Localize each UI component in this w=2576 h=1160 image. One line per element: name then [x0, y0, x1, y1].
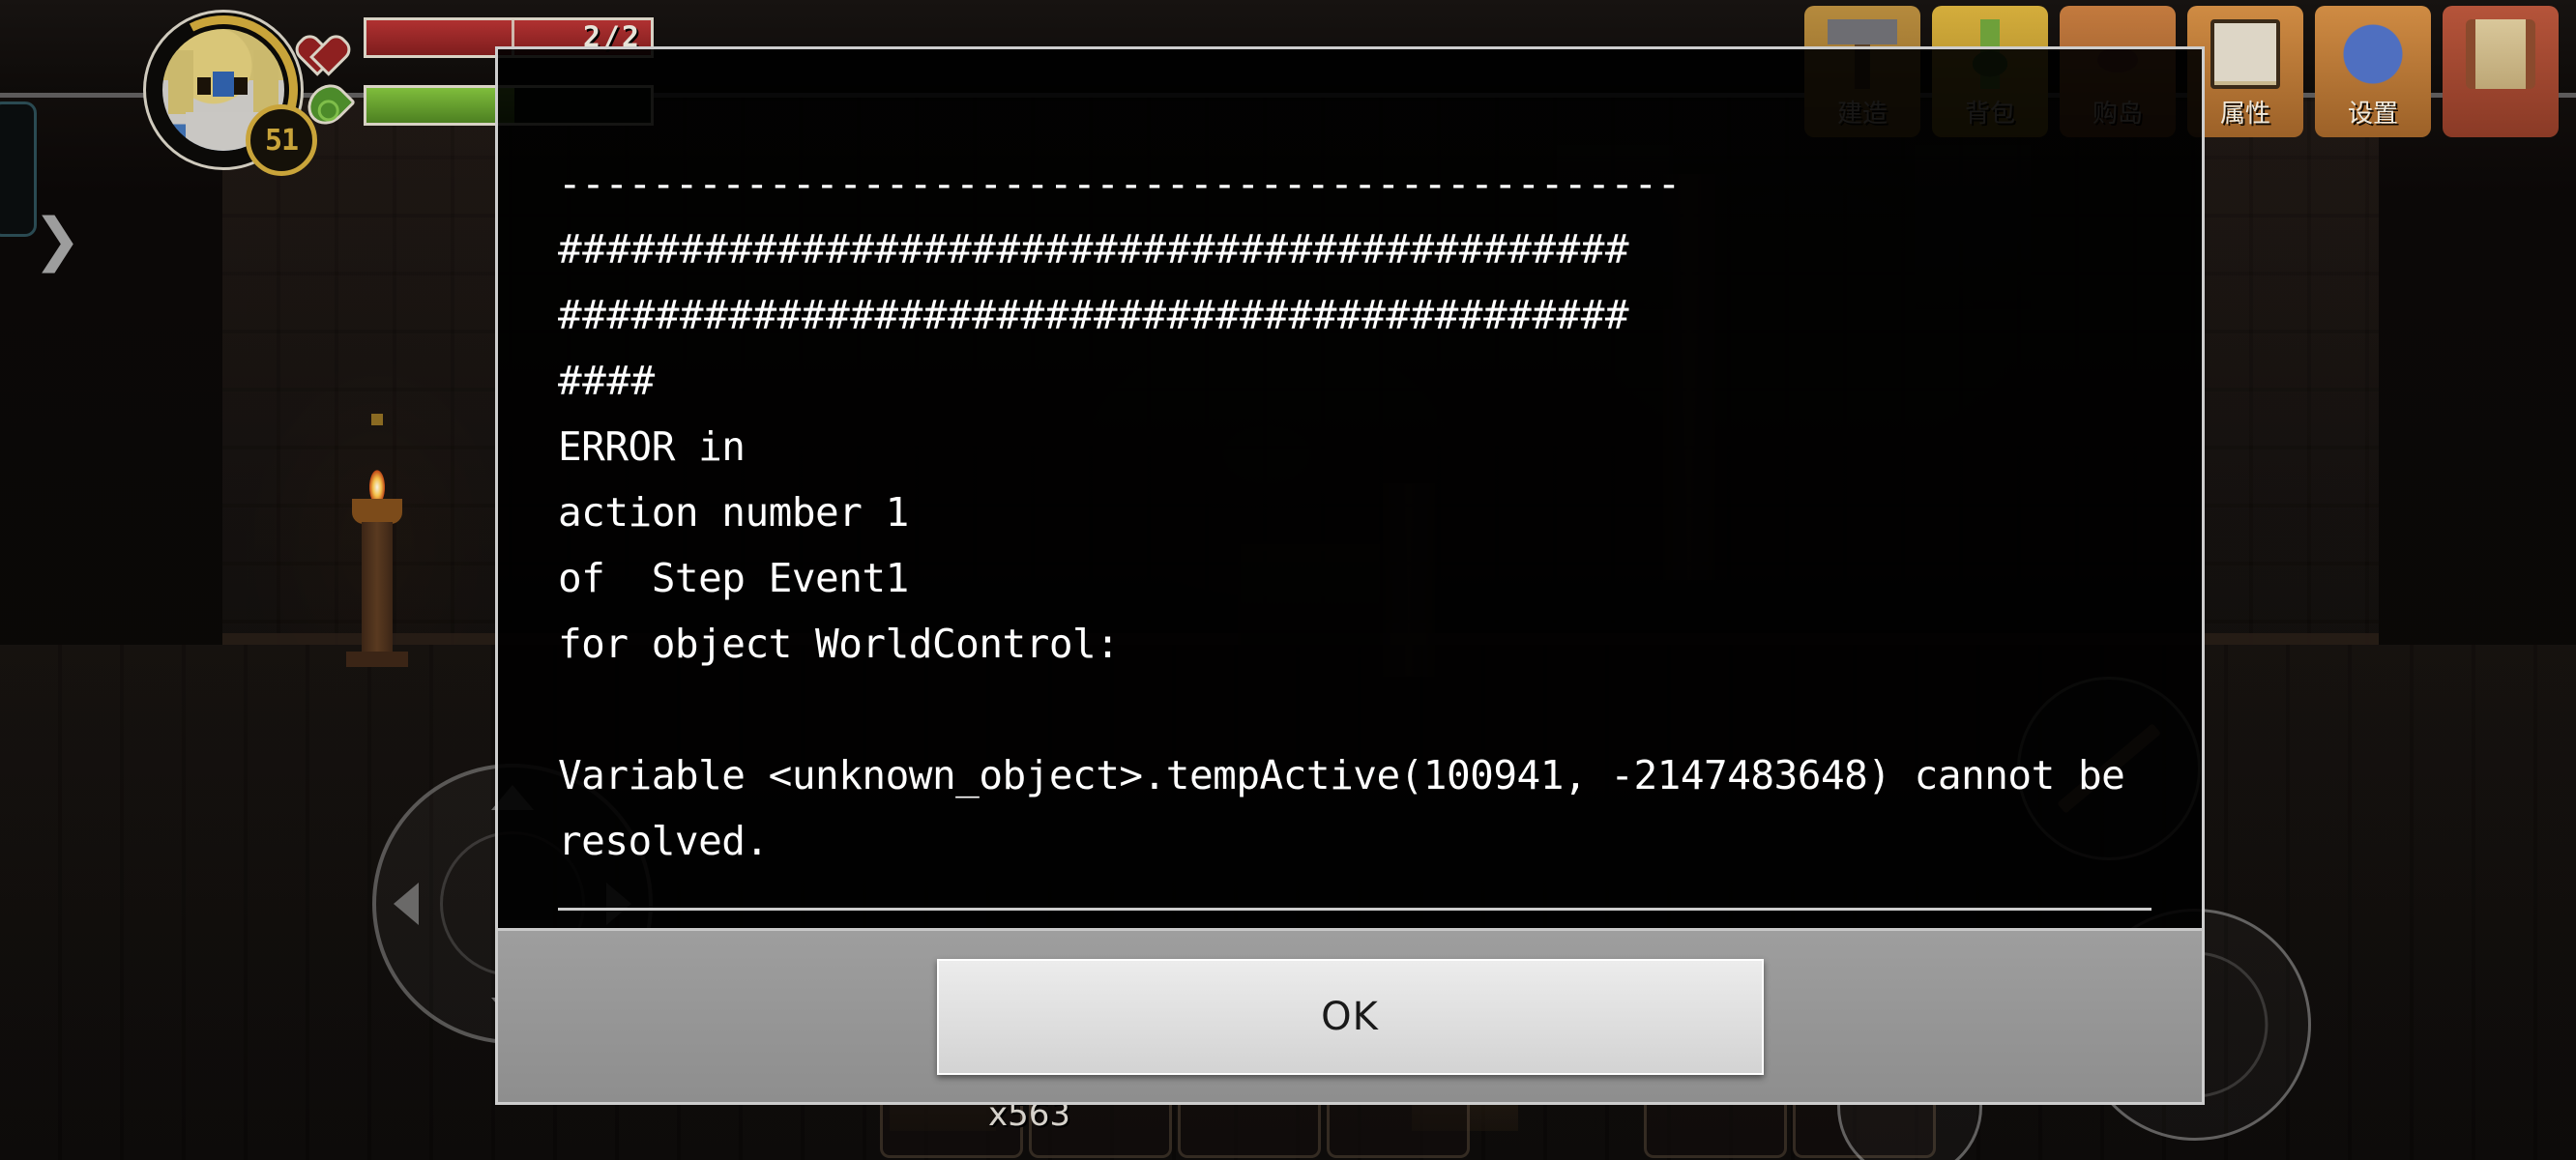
scroll-character-icon	[2210, 19, 2280, 89]
chevron-right-icon[interactable]: ❯	[33, 211, 81, 269]
menu-button-settings[interactable]: 设置	[2315, 6, 2431, 137]
error-line: Variable <unknown_object>.tempActive(100…	[558, 752, 2149, 864]
error-line: ########################################…	[558, 226, 1630, 273]
error-dialog-footer: OK	[498, 928, 2202, 1102]
torch-cup	[352, 499, 402, 524]
avatar-hair-left	[168, 50, 193, 114]
heart-icon	[309, 15, 354, 60]
avatar-eye-left	[197, 77, 211, 95]
error-line: for object WorldControl:	[558, 621, 1120, 667]
avatar-eye-right	[234, 77, 248, 95]
torch-decoration	[346, 414, 408, 667]
dpad-left-icon[interactable]	[394, 883, 419, 925]
error-line: ####	[558, 358, 656, 404]
avatar-level-badge: 51	[246, 104, 317, 176]
error-line: ########################################…	[558, 292, 1630, 338]
map-scroll-icon	[2466, 19, 2535, 89]
error-line: ERROR in	[558, 423, 746, 470]
error-dialog-body: ----------------------------------------…	[498, 49, 2202, 928]
menu-button-settings-label: 设置	[2347, 100, 2398, 129]
menu-button-attributes-label: 属性	[2219, 100, 2270, 129]
torch-base	[346, 652, 408, 667]
torch-stand	[362, 522, 393, 667]
error-line: of Step Event1	[558, 555, 909, 601]
error-line: ----------------------------------------…	[558, 160, 1681, 207]
error-line-blank	[558, 677, 2142, 742]
ok-button[interactable]: OK	[936, 958, 1764, 1075]
game-screen: x563 ❯ 51 2/2 建造	[0, 0, 2576, 1160]
menu-button-map[interactable]	[2443, 6, 2559, 137]
error-line: action number 1	[558, 489, 909, 536]
gear-icon	[2338, 19, 2408, 89]
left-collapsed-panel[interactable]	[0, 102, 37, 237]
error-dialog: ----------------------------------------…	[495, 46, 2205, 1105]
mana-bar-fill	[366, 88, 514, 123]
avatar[interactable]: 51	[129, 0, 318, 185]
mana-drop-icon	[300, 76, 356, 132]
torch-spark-icon	[371, 414, 383, 425]
menu-button-attributes[interactable]: 属性	[2187, 6, 2303, 137]
error-dialog-divider	[558, 908, 2152, 911]
avatar-visor	[213, 72, 234, 97]
